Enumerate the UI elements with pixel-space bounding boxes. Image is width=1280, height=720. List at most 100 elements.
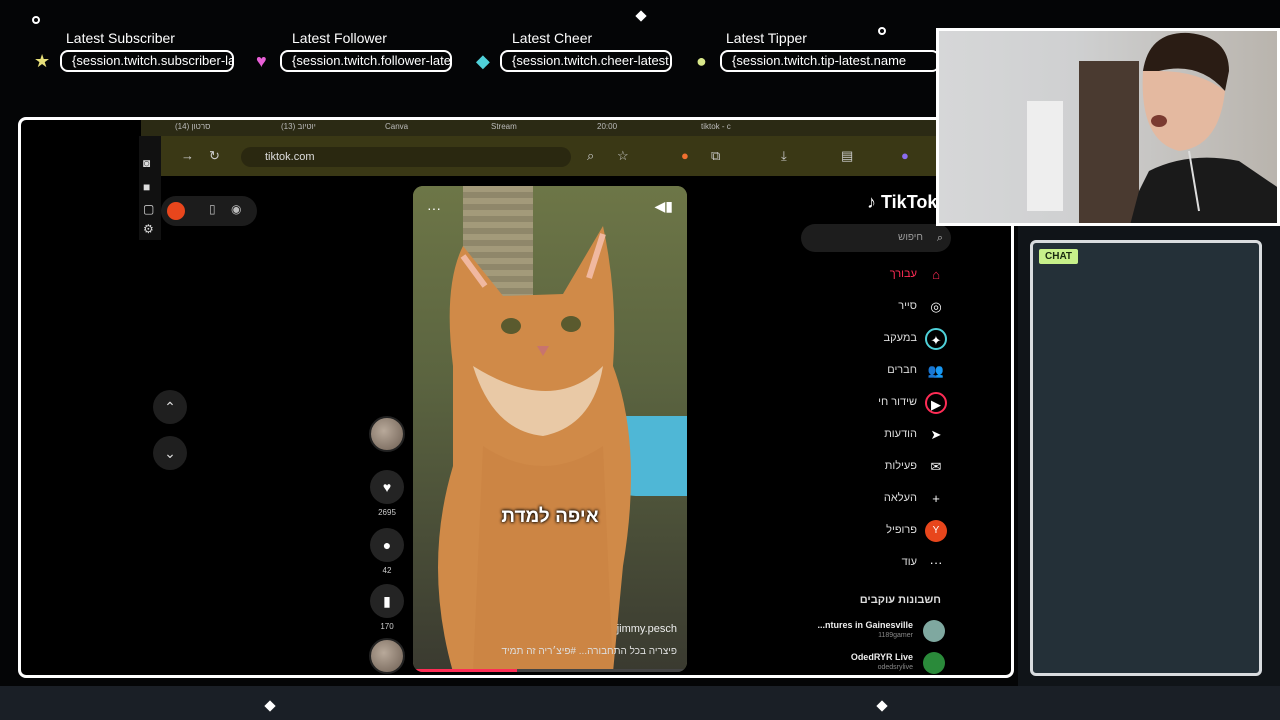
browser-toolbar: → ↻ tiktok.com ⌕ ☆ ● ⧉ ⤓ ▤ ● — [141, 136, 961, 176]
nav-label: שידור חי — [878, 396, 917, 408]
browser-tab[interactable]: Stream — [491, 122, 517, 134]
sidebar-icon[interactable]: ▤ — [841, 148, 853, 164]
cat-image — [438, 226, 631, 672]
account-name: ...ntures in Gainesville — [817, 620, 913, 630]
chat-panel: CHAT — [1030, 240, 1262, 676]
video-progress-fill — [413, 669, 518, 672]
live-icon: ▶ — [925, 392, 947, 414]
account-name: OdedRYR Live — [850, 652, 913, 662]
window-icon[interactable]: ▢ — [143, 202, 154, 216]
home-icon: ⌂ — [932, 267, 940, 282]
nav-item-more[interactable]: עוד ··· — [791, 548, 951, 580]
tiktok-app-controls: ▯ ◉ — [161, 196, 257, 226]
alert-latest-subscriber: ★ Latest Subscriber {session.twitch.subs… — [34, 28, 254, 78]
more-options-icon[interactable]: ··· — [427, 200, 441, 216]
streamer-image — [1130, 32, 1277, 223]
video-description: פיצריה בכל התחבורה... #פיצ׳ריה זה תמיד — [501, 646, 678, 657]
url-text: tiktok.com — [265, 151, 315, 163]
like-button[interactable]: ♥ 2695 — [367, 470, 407, 517]
video-icon[interactable]: ■ — [143, 180, 150, 194]
bookmark-icon[interactable]: ☆ — [617, 148, 629, 164]
search-input[interactable]: חיפוש ⌕ — [801, 224, 951, 252]
account-handle: 1189gamer — [878, 632, 913, 639]
gear-icon[interactable]: ⚙ — [143, 222, 154, 236]
nav-label: במעקב — [883, 332, 918, 344]
webcam-feed — [936, 28, 1280, 226]
save-button[interactable]: ▮ 170 — [367, 584, 407, 631]
nav-item-profile[interactable]: פרופיל Y — [791, 516, 951, 548]
nav-item-messages[interactable]: הודעות ➤ — [791, 420, 951, 452]
browser-tab[interactable]: tiktok - c — [701, 122, 731, 134]
camera-icon[interactable]: ◙ — [143, 156, 150, 170]
stream-overlay: ★ Latest Subscriber {session.twitch.subs… — [0, 0, 1280, 720]
following-account[interactable]: OdedRYR Live odedsrylive — [791, 650, 951, 675]
nav-label: פעילות — [884, 460, 917, 472]
nav-item-explore[interactable]: סייר ◎ — [791, 292, 951, 324]
previous-video-button[interactable]: ⌃ — [153, 390, 187, 424]
nav-item-friends[interactable]: חברים 👥 — [791, 356, 951, 388]
like-count: 2695 — [378, 508, 396, 517]
nav-label: עבורך — [889, 268, 917, 280]
alert-value: {session.twitch.follower-latest — [280, 50, 452, 72]
alert-value: {session.twitch.cheer-latest — [500, 50, 672, 72]
diamond-icon: ◆ — [476, 51, 490, 71]
reload-icon[interactable]: ↻ — [209, 148, 220, 164]
decor-diamond — [635, 10, 647, 22]
webcam-shelf — [1027, 101, 1063, 211]
search-icon: ⌕ — [936, 232, 943, 244]
alert-title: Latest Subscriber — [66, 30, 175, 46]
browser-tab[interactable]: (14) סרטון — [175, 122, 210, 134]
coin-icon: ● — [696, 51, 707, 71]
chevron-up-icon: ⌃ — [164, 399, 176, 415]
forward-icon[interactable]: → — [181, 148, 194, 163]
creator-avatar[interactable] — [367, 416, 407, 452]
settings-icon[interactable]: ◉ — [231, 202, 241, 216]
profile-avatar-icon[interactable]: ● — [901, 148, 909, 163]
video-player[interactable]: ··· ◀▮ איפה למדת jimmy.pesch פיצריה בכל … — [413, 186, 687, 672]
tiktok-nav: עבורך ⌂ סייר ◎ במעקב ✦ חברים 👥 שידור חי ▶ הוד… — [791, 260, 951, 580]
browser-tab-strip: (14) סרטון (13) יוטיוב Canva Stream 20:0… — [141, 120, 961, 136]
nav-item-activity[interactable]: פעילות ✉ — [791, 452, 951, 484]
comment-icon: ● — [370, 528, 404, 562]
sound-avatar[interactable] — [367, 638, 407, 674]
search-placeholder: חיפוש — [898, 232, 923, 243]
comment-button[interactable]: ● 42 — [367, 528, 407, 575]
account-avatar — [923, 620, 945, 642]
save-count: 170 — [380, 622, 394, 631]
friends-icon: 👥 — [927, 363, 945, 378]
activity-icon: ✉ — [930, 459, 942, 474]
nav-item-live[interactable]: שידור חי ▶ — [791, 388, 951, 420]
bookmark-icon: ▮ — [370, 584, 404, 618]
tiktok-logo[interactable]: ♪ TikTok — [867, 192, 937, 213]
nav-label: סייר — [898, 300, 917, 312]
following-account[interactable]: ...ntures in Gainesville 1189gamer — [791, 618, 951, 646]
sound-icon[interactable]: ◀▮ — [655, 198, 673, 215]
download-icon[interactable]: ⤓ — [781, 148, 787, 164]
nav-label: העלאה — [883, 492, 917, 504]
browser-tab[interactable]: Canva — [385, 122, 408, 134]
account-handle: odedsrylive — [877, 664, 913, 671]
nav-label: עוד — [901, 556, 917, 568]
puzzle-icon[interactable]: ⧉ — [711, 148, 720, 164]
comment-count: 42 — [382, 566, 392, 575]
address-bar[interactable]: tiktok.com — [241, 147, 571, 167]
next-video-button[interactable]: ⌄ — [153, 436, 187, 470]
device-icon[interactable]: ▯ — [209, 202, 216, 216]
extension-icon[interactable]: ● — [681, 148, 689, 163]
user-avatar-icon[interactable] — [167, 202, 185, 220]
chevron-down-icon: ⌄ — [164, 445, 176, 461]
alert-title: Latest Follower — [292, 30, 387, 46]
zoom-icon[interactable]: ⌕ — [587, 148, 594, 164]
upload-icon: + — [932, 491, 940, 506]
latest-events-bar: ★ Latest Subscriber {session.twitch.subs… — [30, 28, 940, 78]
video-progress-bar[interactable] — [413, 669, 687, 672]
browser-tab[interactable]: (13) יוטיוב — [281, 122, 316, 134]
star-icon: ★ — [34, 51, 51, 71]
nav-item-upload[interactable]: העלאה + — [791, 484, 951, 516]
browser-tab[interactable]: 20:00 — [597, 122, 617, 134]
nav-item-following[interactable]: במעקב ✦ — [791, 324, 951, 356]
alert-latest-cheer: ◆ Latest Cheer {session.twitch.cheer-lat… — [476, 28, 696, 78]
video-author[interactable]: jimmy.pesch — [617, 623, 677, 635]
decor-dot — [32, 16, 40, 24]
nav-item-for-you[interactable]: עבורך ⌂ — [791, 260, 951, 292]
